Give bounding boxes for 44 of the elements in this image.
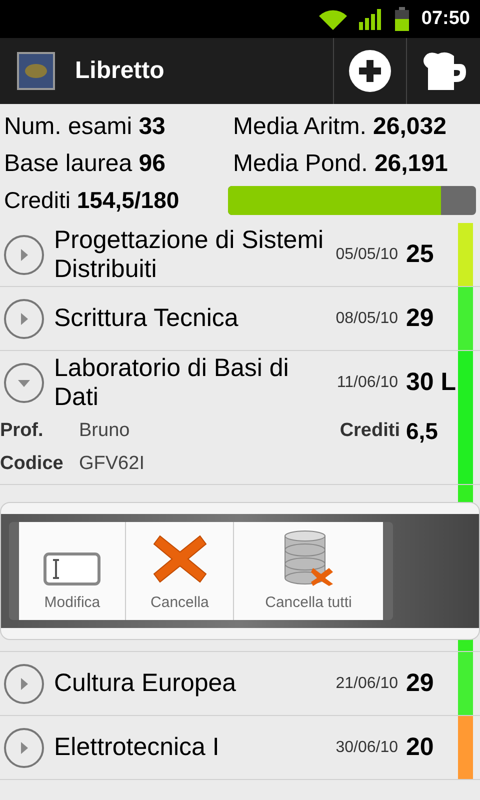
- exam-grade: 20: [406, 732, 435, 763]
- exam-count: Num. esami 33: [4, 112, 166, 142]
- exam-name: Scrittura Tecnica: [54, 304, 240, 333]
- exam-name: Cultura Europea: [54, 669, 238, 698]
- exam-date: 08/05/10: [336, 308, 398, 328]
- prof-name: Bruno: [79, 418, 131, 443]
- exam-date: 05/05/10: [336, 244, 398, 264]
- exam-grade: 30 L: [406, 366, 458, 398]
- expand-toggle[interactable]: [4, 298, 44, 338]
- battery-icon: [395, 7, 410, 31]
- expand-toggle[interactable]: [4, 664, 44, 704]
- weighted-mean: Media Pond. 26,191: [233, 148, 448, 178]
- exam-name: Laboratorio di Basi di Dati: [54, 354, 290, 412]
- app-logo-icon: [17, 52, 55, 90]
- menu-action-button[interactable]: Cancella: [125, 522, 233, 620]
- credits-label: Crediti: [340, 418, 400, 443]
- prof-label: Prof.: [0, 418, 44, 443]
- text-field-icon: [43, 552, 102, 586]
- signal-icon: [359, 8, 384, 30]
- exam-grade: 29: [406, 668, 435, 699]
- expand-toggle[interactable]: [4, 362, 44, 402]
- expand-toggle[interactable]: [4, 234, 44, 274]
- exam-grade: 29: [406, 302, 435, 334]
- expand-toggle[interactable]: [4, 728, 44, 768]
- exam-date: 11/06/10: [336, 372, 398, 392]
- arithmetic-mean: Media Aritm. 26,032: [233, 112, 446, 142]
- app-title: Libretto: [75, 56, 166, 86]
- code-value: GFV62I: [79, 452, 144, 476]
- plus-icon: [349, 50, 391, 92]
- wifi-icon: [319, 8, 348, 30]
- credits-total: Crediti 154,5/180: [4, 186, 180, 216]
- database-delete-icon: [283, 530, 334, 586]
- code-label: Codice: [0, 452, 64, 476]
- exam-name: Progettazione di Sistemi Distribuiti: [54, 226, 325, 284]
- exam-date: 30/06/10: [336, 738, 398, 758]
- exam-name: Elettrotecnica I: [54, 733, 220, 762]
- credits-value: 6,5: [406, 416, 439, 446]
- graduation-base: Base laurea 96: [4, 148, 166, 178]
- menu-action-button[interactable]: Cancella tutti: [232, 522, 383, 620]
- beer-mug-icon: [422, 50, 466, 92]
- exam-grade: 25: [406, 238, 435, 270]
- exam-date: 21/06/10: [336, 674, 398, 694]
- clock: 07:50: [421, 6, 470, 31]
- menu-action-button[interactable]: Modifica: [19, 522, 126, 620]
